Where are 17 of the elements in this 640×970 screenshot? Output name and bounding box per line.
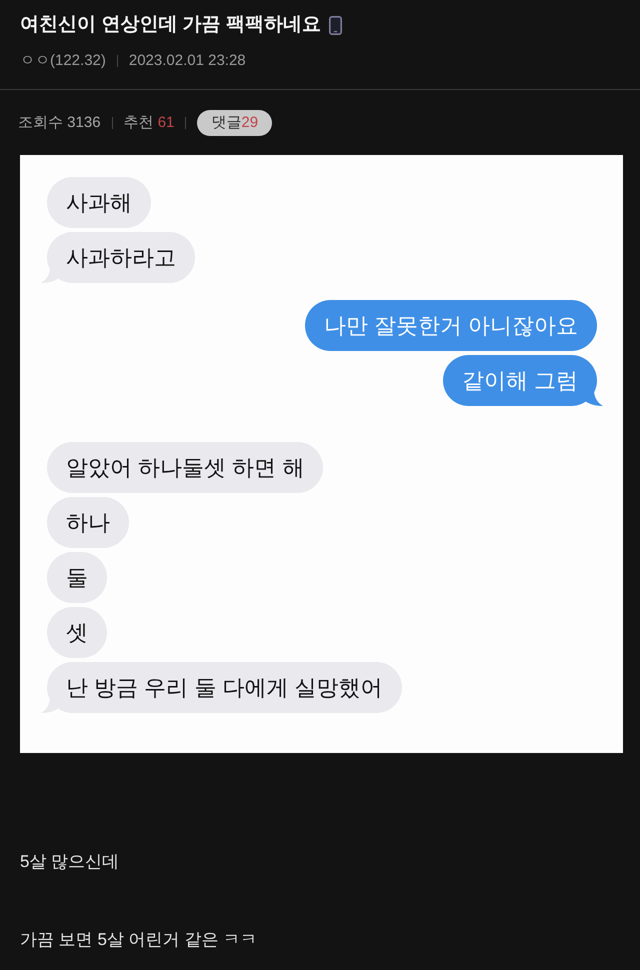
received-message-bubble: 사과해 [47, 177, 151, 228]
body-text: 가끔 보면 5살 어린거 같은 ㅋㅋ [20, 929, 258, 951]
received-message-bubble: 사과하라고 [41, 232, 195, 283]
author-name: ㅇㅇ(122.32) [20, 51, 106, 71]
received-message-bubble: 둘 [47, 552, 107, 603]
comment-count-badge[interactable]: 댓글29 [197, 110, 272, 136]
recommend-count: 추천 61 [124, 113, 174, 133]
sent-message-bubble: 같이해 그럼 [442, 355, 603, 406]
view-count: 조회수 3136 [18, 113, 101, 133]
post-date: 2023.02.01 23:28 [128, 51, 246, 71]
received-message-bubble: 알았어 하나둘셋 하면 해 [47, 442, 324, 493]
body-text: 5살 많으신데 [20, 851, 120, 873]
received-message-bubble: 하나 [47, 497, 129, 548]
received-message-bubble: 난 방금 우리 둘 다에게 실망했어 [41, 662, 402, 713]
received-message-bubble: 셋 [47, 607, 107, 658]
post-title: 여친신이 연상인데 가끔 팩팩하네요 [20, 13, 321, 37]
sent-message-bubble: 나만 잘못한거 아니잖아요 [304, 300, 597, 351]
